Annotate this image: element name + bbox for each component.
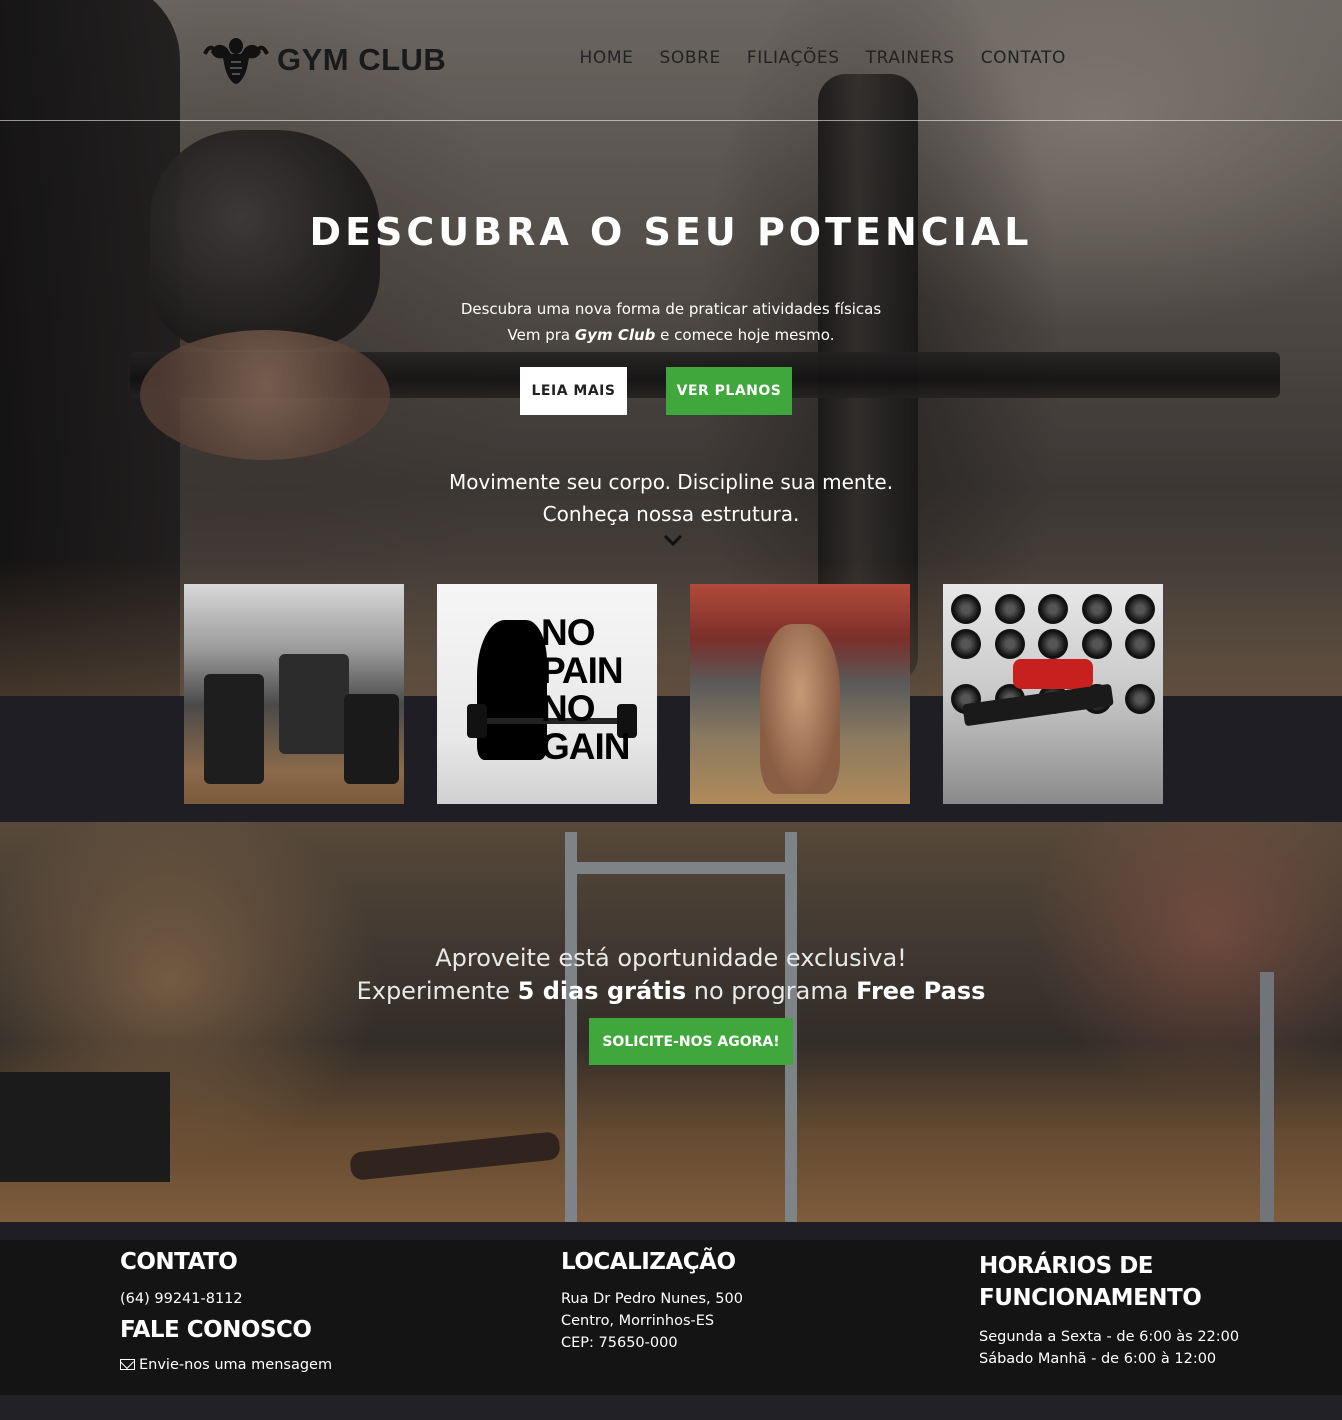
contact-title: CONTATO <box>120 1249 238 1275</box>
hero-tagline-line2: Conheça nossa estrutura. <box>542 502 800 526</box>
promo-line2-pre: Experimente <box>356 977 518 1005</box>
nav-filiacoes[interactable]: FILIAÇÕES <box>747 48 840 68</box>
dumbbell-row <box>951 629 1155 659</box>
location-title: LOCALIZAÇÃO <box>561 1249 736 1275</box>
nav-home[interactable]: HOME <box>580 48 634 68</box>
flexing-silhouette <box>477 620 547 760</box>
hero-title: DESCUBRA O SEU POTENCIAL <box>309 210 1033 254</box>
bodybuilder-logo-icon <box>203 38 269 84</box>
message-link-text: Envie-nos uma mensagem <box>139 1357 333 1373</box>
hours-title-line1: HORÁRIOS DE <box>979 1253 1154 1279</box>
view-plans-button[interactable]: VER PLANOS <box>666 367 792 415</box>
site-logo[interactable]: GYM CLUB <box>203 34 446 86</box>
hours-weekdays: Segunda a Sexta - de 6:00 às 22:00 <box>979 1329 1240 1345</box>
hero-tagline: Movimente seu corpo. Discipline sua ment… <box>0 466 1342 530</box>
phone-number[interactable]: (64) 99241-8112 <box>120 1288 332 1310</box>
gallery-image-no-pain-no-gain[interactable]: NO PAIN NO GAIN <box>437 584 657 804</box>
promo-line2-mid: no programa <box>686 977 857 1005</box>
hero-subtitle: Descubra uma nova forma de praticar ativ… <box>0 296 1342 348</box>
promo-program-name: Free Pass <box>856 977 986 1005</box>
bottom-strip <box>0 1395 1342 1420</box>
hours-saturday: Sábado Manhã - de 6:00 à 12:00 <box>979 1351 1217 1367</box>
machine-shape <box>344 694 399 784</box>
address-line1: Rua Dr Pedro Nunes, 500 <box>561 1291 743 1307</box>
weight-shape <box>467 704 487 738</box>
top-navbar: GYM CLUB HOME SOBRE FILIAÇÕES TRAINERS C… <box>0 0 1342 121</box>
footer-contact-column: CONTATO (64) 99241-8112 FALE CONOSCO Env… <box>120 1246 332 1376</box>
gallery-image-dumbbells[interactable] <box>943 584 1163 804</box>
footer-location-column: LOCALIZAÇÃO Rua Dr Pedro Nunes, 500 Cent… <box>561 1246 743 1354</box>
towel-shape <box>1013 659 1093 689</box>
promo-free-days: 5 dias grátis <box>517 977 687 1005</box>
nav-sobre[interactable]: SOBRE <box>659 48 720 68</box>
read-more-button[interactable]: LEIA MAIS <box>520 367 627 415</box>
hero-subtitle-pre: Vem pra <box>507 326 575 344</box>
logo-text: GYM CLUB <box>277 42 447 77</box>
gallery-image-athlete[interactable] <box>690 584 910 804</box>
talk-title: FALE CONOSCO <box>120 1317 312 1343</box>
footer: CONTATO (64) 99241-8112 FALE CONOSCO Env… <box>0 1240 1342 1395</box>
athlete-shape <box>760 624 840 794</box>
hero-subtitle-line1: Descubra uma nova forma de praticar ativ… <box>460 300 882 318</box>
poster-word: NO <box>541 688 595 729</box>
poster-word: GAIN <box>541 726 630 767</box>
gallery-image-gym-machines[interactable] <box>184 584 404 804</box>
footer-hours-column: HORÁRIOS DE FUNCIONAMENTO Segunda a Sext… <box>979 1250 1239 1370</box>
promo-line2: Experimente 5 dias grátis no programa Fr… <box>0 975 1342 1008</box>
promo-text: Aproveite está oportunidade exclusiva! E… <box>0 942 1342 1008</box>
dumbbell-row <box>951 594 1155 624</box>
message-link[interactable]: Envie-nos uma mensagem <box>120 1354 332 1376</box>
machine-shape <box>279 654 349 754</box>
promo-line1: Aproveite está oportunidade exclusiva! <box>435 944 907 972</box>
poster-word: NO <box>541 612 595 653</box>
hours-title-line2: FUNCIONAMENTO <box>979 1285 1202 1311</box>
hero-tagline-line1: Movimente seu corpo. Discipline sua ment… <box>448 470 894 494</box>
address-line3: CEP: 75650-000 <box>561 1335 678 1351</box>
hero-subtitle-post: e comece hoje mesmo. <box>655 326 835 344</box>
request-now-button[interactable]: SOLICITE-NOS AGORA! <box>589 1018 793 1065</box>
nav-trainers[interactable]: TRAINERS <box>866 48 955 68</box>
envelope-icon <box>120 1359 135 1370</box>
poster-text: NO PAIN NO GAIN <box>541 614 630 766</box>
chevron-down-icon[interactable] <box>662 530 684 550</box>
address-line2: Centro, Morrinhos-ES <box>561 1313 715 1329</box>
nav-contato[interactable]: CONTATO <box>981 48 1066 68</box>
main-menu: HOME SOBRE FILIAÇÕES TRAINERS CONTATO <box>580 48 1067 68</box>
promo-section: Aproveite está oportunidade exclusiva! E… <box>0 822 1342 1222</box>
hero-subtitle-brand: Gym Club <box>574 326 656 344</box>
poster-word: PAIN <box>541 650 624 691</box>
machine-shape <box>204 674 264 784</box>
hero-subtitle-line2: Vem pra Gym Club e comece hoje mesmo. <box>0 322 1342 348</box>
